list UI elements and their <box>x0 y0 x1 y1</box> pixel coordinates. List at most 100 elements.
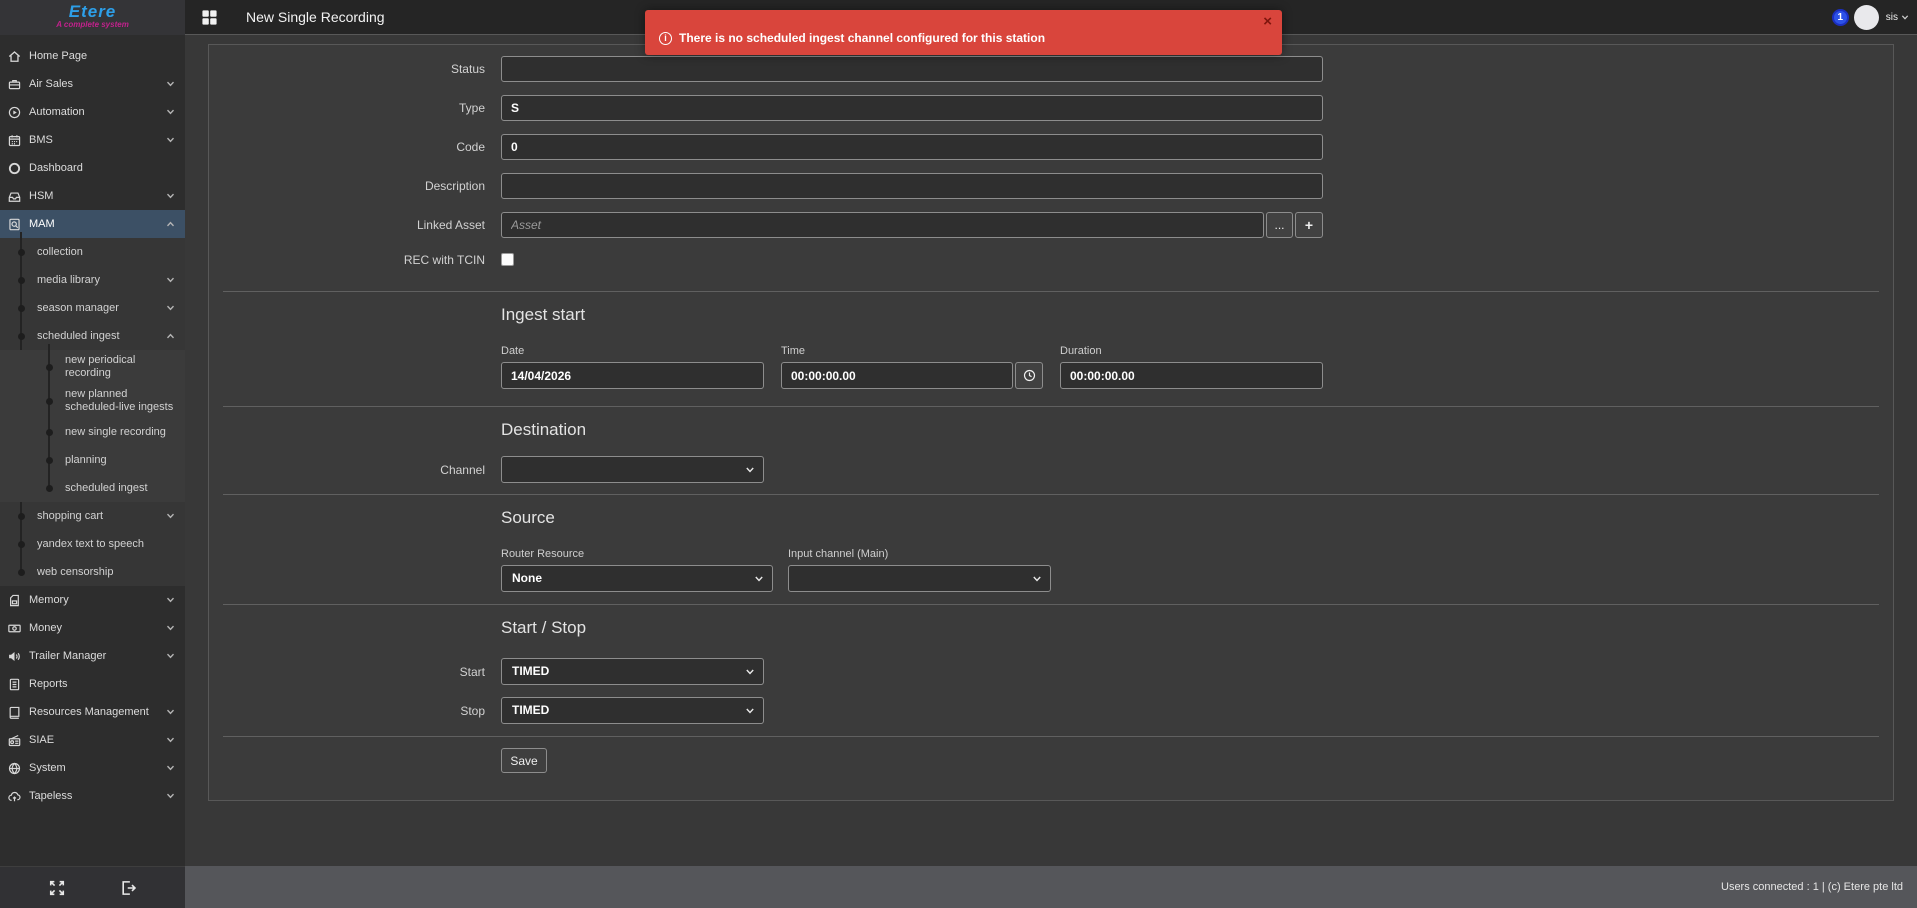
notification-badge[interactable]: 1 <box>1832 9 1849 26</box>
type-label: Type <box>209 101 501 115</box>
chevron-down-icon <box>745 466 755 474</box>
close-icon[interactable]: × <box>1263 14 1272 29</box>
chevron-down-icon <box>166 80 175 88</box>
banknote-icon <box>8 622 21 635</box>
sd-card-icon <box>8 594 21 607</box>
router-resource-select[interactable]: None <box>501 565 773 592</box>
sidebar-item-scheduled-ingest-page[interactable]: scheduled ingest <box>0 474 185 502</box>
bullet-icon <box>18 305 25 312</box>
sidebar-item-trailer-manager[interactable]: Trailer Manager <box>0 642 185 670</box>
chevron-down-icon <box>166 652 175 660</box>
time-input[interactable] <box>781 362 1013 389</box>
date-label: Date <box>501 345 764 357</box>
sidebar-item-hsm[interactable]: HSM <box>0 182 185 210</box>
input-channel-select[interactable] <box>788 565 1051 592</box>
sidebar-item-scheduled-ingest[interactable]: scheduled ingest <box>0 322 185 350</box>
clock-icon <box>1023 369 1036 382</box>
sidebar-item-mam[interactable]: MAM <box>0 210 185 238</box>
home-icon <box>8 50 21 63</box>
scheduled-ingest-submenu: new periodical recording new planned sch… <box>0 350 185 502</box>
page-title: New Single Recording <box>246 9 385 25</box>
sidebar-item-season-manager[interactable]: season manager <box>0 294 185 322</box>
sidebar-item-siae[interactable]: SIAE <box>0 726 185 754</box>
destination-title: Destination <box>501 420 1893 440</box>
form-panel: Status Type Code Description Linked Asse… <box>208 44 1894 801</box>
save-button[interactable]: Save <box>501 748 547 773</box>
rec-with-tcin-label: REC with TCIN <box>209 253 501 267</box>
apps-grid-icon[interactable] <box>201 9 218 26</box>
chevron-up-icon <box>166 220 175 228</box>
type-input[interactable] <box>501 95 1323 121</box>
chevron-down-icon <box>166 624 175 632</box>
radio-icon <box>8 734 21 747</box>
start-select[interactable]: TIMED <box>501 658 764 685</box>
sidebar-item-web-censorship[interactable]: web censorship <box>0 558 185 586</box>
play-circle-icon <box>8 106 21 119</box>
sidebar-item-media-library[interactable]: media library <box>0 266 185 294</box>
start-stop-title: Start / Stop <box>501 618 1893 638</box>
ingest-start-title: Ingest start <box>501 305 1893 325</box>
stop-label: Stop <box>209 704 501 718</box>
sidebar-item-memory[interactable]: Memory <box>0 586 185 614</box>
chevron-down-icon <box>166 792 175 800</box>
duration-input[interactable] <box>1060 362 1323 389</box>
sidebar-item-system[interactable]: System <box>0 754 185 782</box>
status-input[interactable] <box>501 56 1323 82</box>
sidebar-item-new-periodical-recording[interactable]: new periodical recording <box>0 350 185 384</box>
sidebar-item-tapeless[interactable]: Tapeless <box>0 782 185 810</box>
sidebar-item-money[interactable]: Money <box>0 614 185 642</box>
stop-select[interactable]: TIMED <box>501 697 764 724</box>
sidebar-item-dashboard[interactable]: Dashboard <box>0 154 185 182</box>
browse-asset-button[interactable]: ... <box>1266 212 1293 238</box>
document-search-icon <box>8 218 21 231</box>
rec-with-tcin-checkbox[interactable] <box>501 253 514 266</box>
logout-icon[interactable] <box>120 880 136 896</box>
alert-banner: × There is no scheduled ingest channel c… <box>645 10 1282 55</box>
footer-status-text: Users connected : 1 | (c) Etere pte ltd <box>1721 881 1903 893</box>
sidebar-item-home-page[interactable]: Home Page <box>0 42 185 70</box>
bullet-icon <box>46 457 53 464</box>
calendar-icon <box>8 134 21 147</box>
chevron-down-icon <box>166 708 175 716</box>
sidebar-item-new-planned-scheduled-live-ingests[interactable]: new planned scheduled-live ingests <box>0 384 185 418</box>
chevron-down-icon <box>166 276 175 284</box>
chevron-down-icon <box>745 668 755 676</box>
bullet-icon <box>18 249 25 256</box>
linked-asset-input[interactable] <box>501 212 1264 238</box>
sidebar-item-collection[interactable]: collection <box>0 238 185 266</box>
bullet-icon <box>46 398 53 405</box>
sidebar-item-new-single-recording[interactable]: new single recording <box>0 418 185 446</box>
sidebar-item-shopping-cart[interactable]: shopping cart <box>0 502 185 530</box>
briefcase-icon <box>8 78 21 91</box>
start-label: Start <box>209 665 501 679</box>
add-asset-button[interactable]: + <box>1295 212 1323 238</box>
expand-icon[interactable] <box>49 880 65 896</box>
sidebar-item-bms[interactable]: BMS <box>0 126 185 154</box>
sidebar-item-yandex-text-to-speech[interactable]: yandex text to speech <box>0 530 185 558</box>
sidebar-item-resources-management[interactable]: Resources Management <box>0 698 185 726</box>
book-icon <box>8 706 21 719</box>
description-input[interactable] <box>501 173 1323 199</box>
bullet-icon <box>18 333 25 340</box>
globe-icon <box>8 762 21 775</box>
bullet-icon <box>18 541 25 548</box>
speaker-icon <box>8 650 21 663</box>
channel-select[interactable] <box>501 456 764 483</box>
sidebar-item-reports[interactable]: Reports <box>0 670 185 698</box>
time-picker-button[interactable] <box>1015 362 1043 389</box>
sidebar-item-planning[interactable]: planning <box>0 446 185 474</box>
username: sis <box>1886 12 1898 23</box>
date-input[interactable] <box>501 362 764 389</box>
avatar[interactable] <box>1854 5 1879 30</box>
code-input[interactable] <box>501 134 1323 160</box>
chevron-down-icon <box>166 304 175 312</box>
chevron-up-icon <box>166 332 175 340</box>
sidebar-item-air-sales[interactable]: Air Sales <box>0 70 185 98</box>
sidebar-item-automation[interactable]: Automation <box>0 98 185 126</box>
chevron-down-icon <box>166 596 175 604</box>
chevron-down-icon <box>1032 575 1042 583</box>
router-resource-label: Router Resource <box>501 548 773 560</box>
source-title: Source <box>501 508 1893 528</box>
user-menu[interactable]: 1 sis <box>1832 5 1909 30</box>
sidebar: Etere A complete system Home Page Air Sa… <box>0 0 185 908</box>
